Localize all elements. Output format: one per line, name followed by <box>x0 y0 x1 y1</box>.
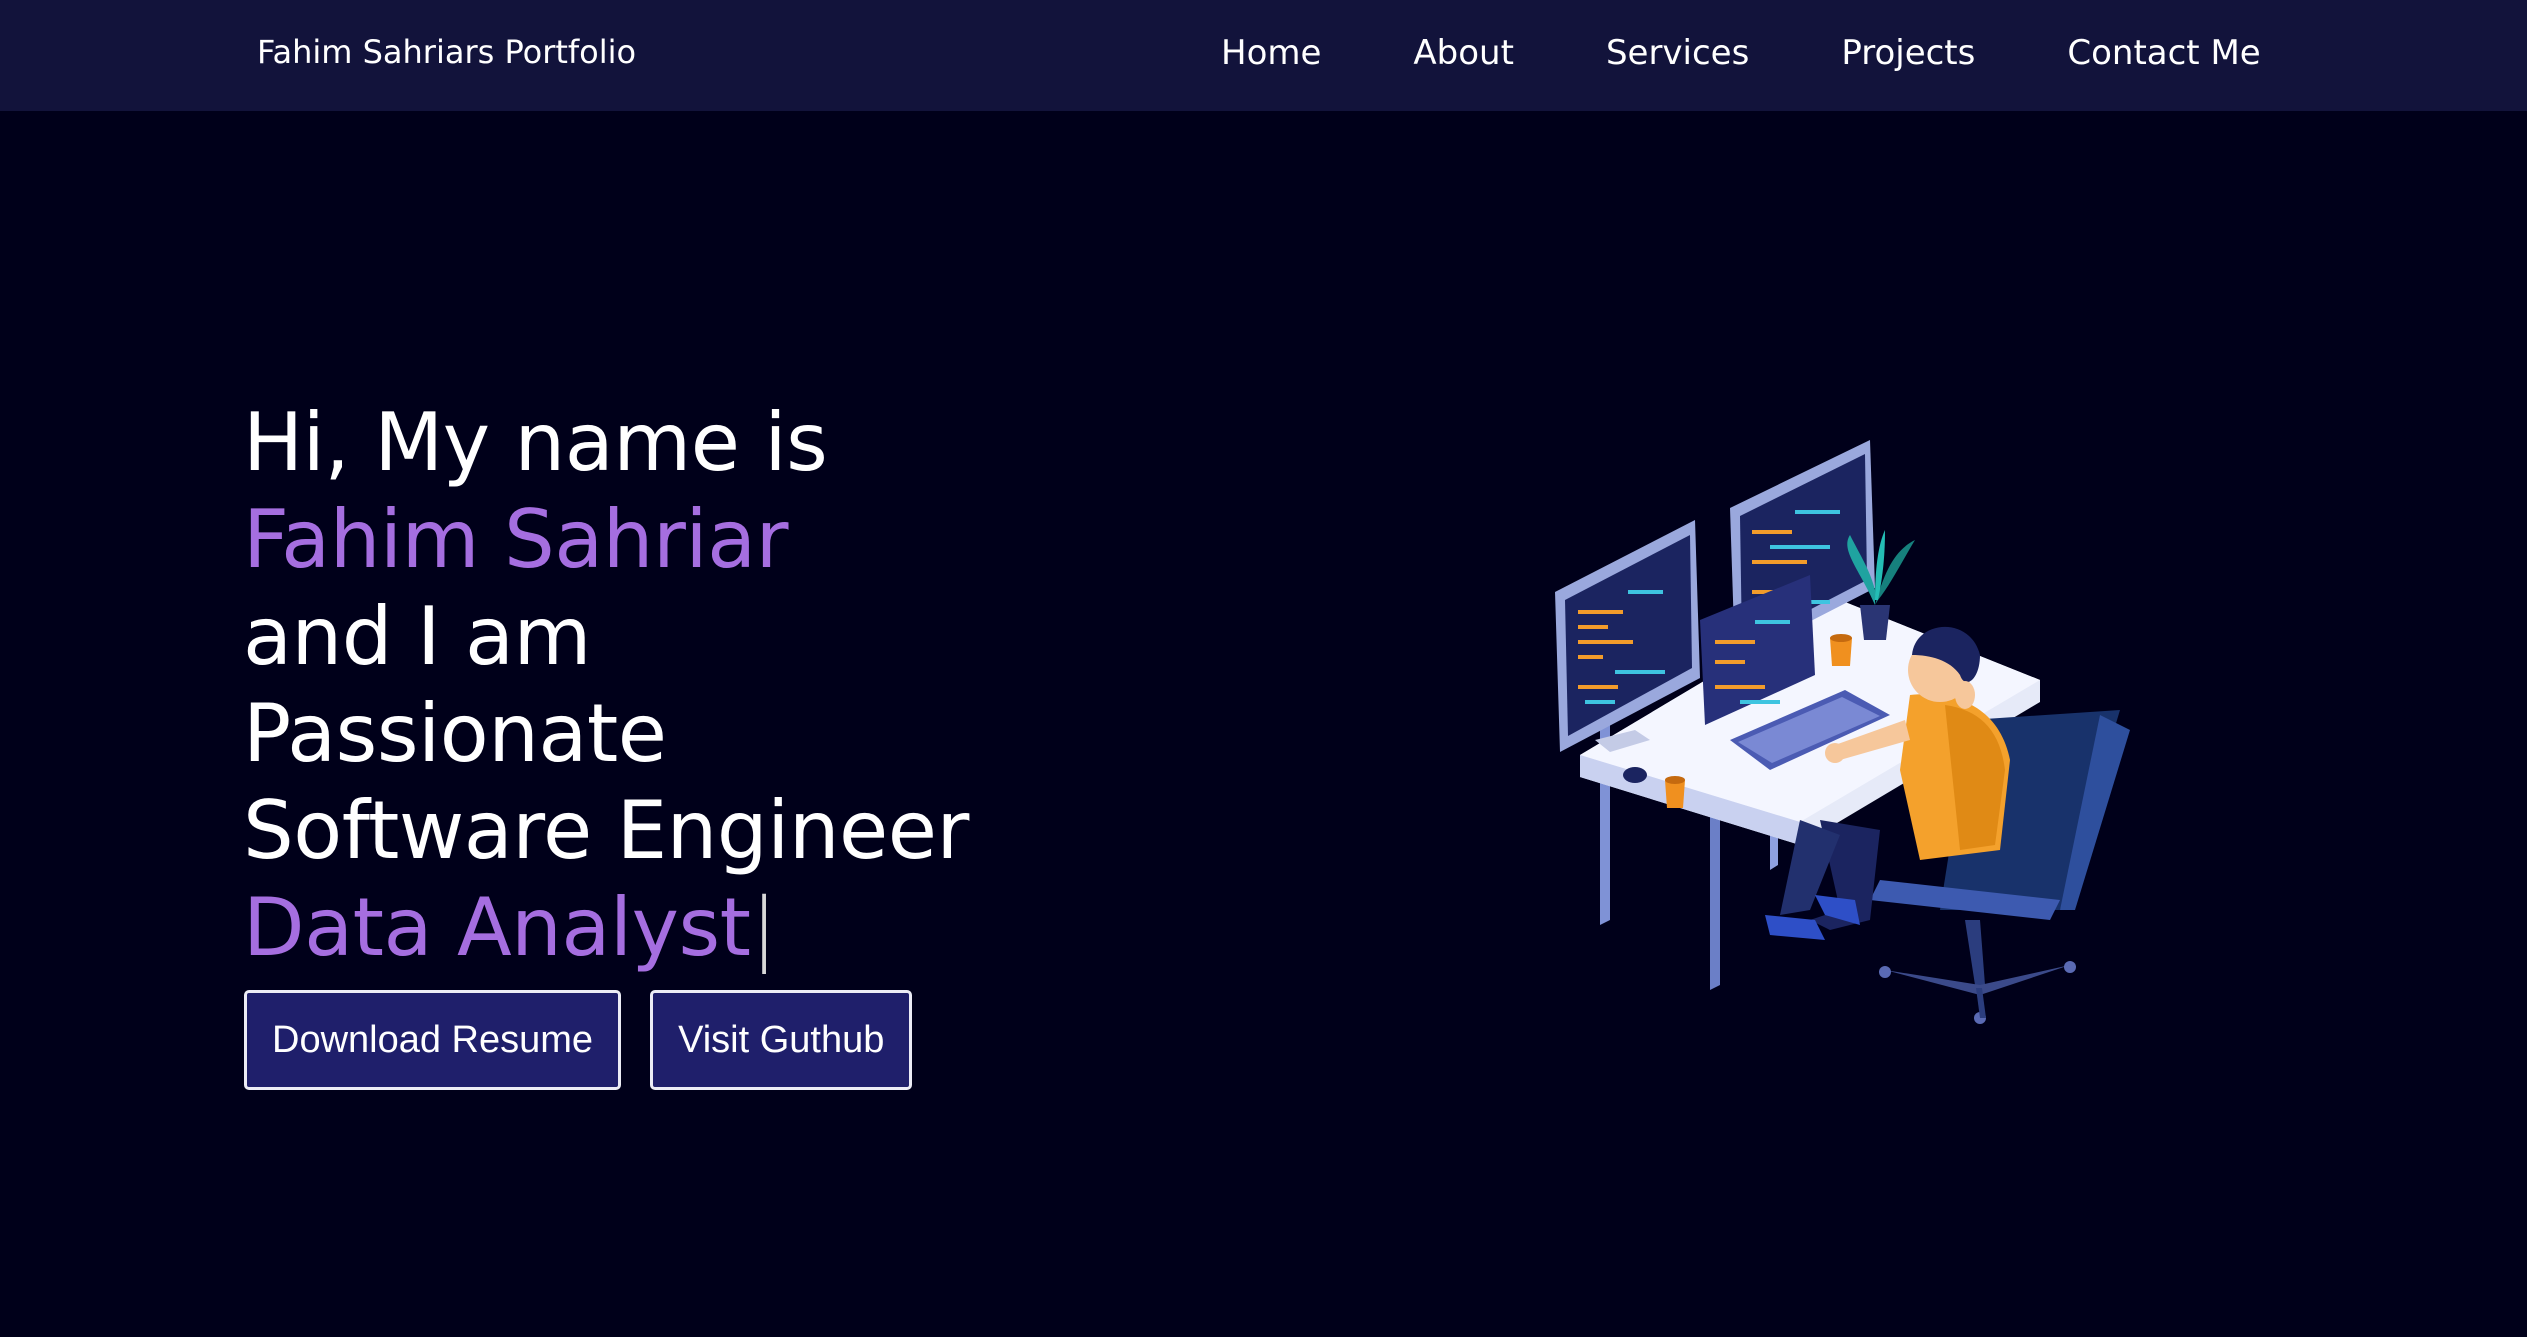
typing-cursor: | <box>750 881 778 974</box>
nav-link-about[interactable]: About <box>1413 32 1514 74</box>
hero-intro: and I am <box>243 590 591 683</box>
hero-typed-role: Data Analyst <box>243 881 751 974</box>
hero-greeting: Hi, My name is <box>243 396 828 489</box>
hero-heading: Hi, My name is Fahim Sahriar and I am Pa… <box>243 394 969 976</box>
developer-at-desk-illustration <box>1555 440 2130 1024</box>
hero-role: Software Engineer <box>243 784 969 877</box>
nav-links: Home About Services Projects Contact Me <box>1221 32 2261 74</box>
download-resume-button[interactable]: Download Resume <box>244 990 622 1090</box>
hero-passionate: Passionate <box>243 687 667 780</box>
nav-link-services[interactable]: Services <box>1606 32 1749 74</box>
top-navbar: Fahim Sahriars Portfolio Home About Serv… <box>0 0 2527 111</box>
hero-typed-line: Data Analyst| <box>243 879 969 976</box>
brand-link[interactable]: Fahim Sahriars Portfolio <box>257 32 636 72</box>
hero-buttons: Download Resume Visit Guthub <box>244 990 913 1090</box>
hero-name: Fahim Sahriar <box>243 493 789 586</box>
nav-link-contact[interactable]: Contact Me <box>2067 32 2260 74</box>
visit-github-button[interactable]: Visit Guthub <box>650 990 913 1090</box>
nav-link-home[interactable]: Home <box>1221 32 1321 74</box>
nav-link-projects[interactable]: Projects <box>1841 32 1975 74</box>
